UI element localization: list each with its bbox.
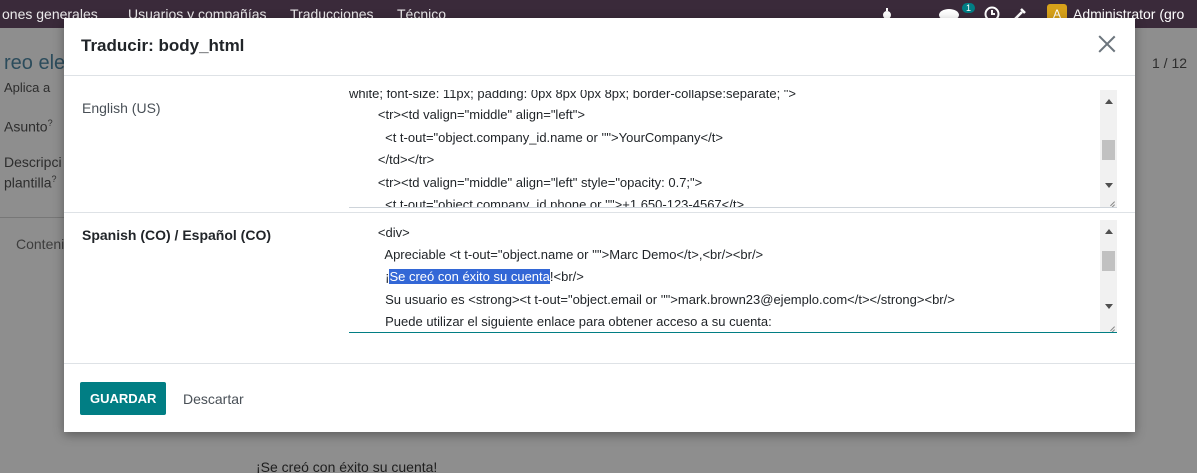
resize-handle-icon[interactable] xyxy=(1105,195,1115,205)
tab-divider xyxy=(0,217,64,218)
scroll-up-icon[interactable] xyxy=(1105,99,1113,104)
code-line: Su usuario es <strong><t t-out="object.e… xyxy=(349,292,955,307)
message-count-badge: 1 xyxy=(962,3,976,13)
scroll-down-icon[interactable] xyxy=(1105,183,1113,188)
code-line: <tr><td valign="middle" align="left" sty… xyxy=(349,175,703,190)
tab-content[interactable]: Conteni xyxy=(16,236,64,252)
language-label-spanish: Spanish (CO) / Español (CO) xyxy=(82,227,272,243)
translation-textarea-spanish[interactable]: <div> Apreciable <t t-out="object.name o… xyxy=(349,220,1117,333)
save-button[interactable]: GUARDAR xyxy=(80,382,167,415)
scroll-thumb[interactable] xyxy=(1102,140,1115,160)
field-label-template: plantilla? xyxy=(4,174,57,191)
language-label-english: English (US) xyxy=(82,100,161,116)
pager[interactable]: 1 / 12 xyxy=(1152,55,1187,71)
field-label-subject: Asunto? xyxy=(4,118,53,135)
discard-button[interactable]: Descartar xyxy=(175,382,252,415)
scroll-up-icon[interactable] xyxy=(1105,229,1113,234)
translate-dialog: Traducir: body_html English (US) white; … xyxy=(64,18,1135,432)
close-icon[interactable] xyxy=(1097,34,1117,54)
code-line: white; font-size: 11px; padding: 0px 8px… xyxy=(349,90,797,101)
scroll-thumb[interactable] xyxy=(1102,251,1115,271)
code-line: <div> xyxy=(349,225,410,240)
row-divider xyxy=(64,212,1135,213)
code-line: Puede utilizar el siguiente enlace para … xyxy=(349,314,772,329)
page-title: reo ele xyxy=(4,52,66,74)
scroll-down-icon[interactable] xyxy=(1105,304,1113,309)
code-line: <t t-out="object.company_id.name or ''">… xyxy=(349,130,723,145)
code-line: <t t-out="object.company_id.phone or ''"… xyxy=(349,197,745,208)
code-line: <tr><td valign="middle" align="left"> xyxy=(349,107,585,122)
code-line-selected: ¡Se creó con éxito su cuenta!<br/> xyxy=(349,269,584,284)
dialog-header: Traducir: body_html xyxy=(64,18,1135,76)
resize-handle-icon[interactable] xyxy=(1105,320,1115,330)
mail-preview-line: ¡Se creó con éxito su cuenta! xyxy=(256,459,438,473)
text-selection: Se creó con éxito su cuenta xyxy=(389,269,550,284)
editor-scrollbar[interactable] xyxy=(1100,90,1117,207)
code-line: </td></tr> xyxy=(349,152,435,167)
field-label-applies: Aplica a xyxy=(4,80,51,95)
dialog-footer: GUARDAR Descartar xyxy=(64,363,1135,432)
field-label-description: Descripci xyxy=(4,154,62,170)
translation-textarea-english[interactable]: white; font-size: 11px; padding: 0px 8px… xyxy=(349,90,1117,208)
editor-scrollbar[interactable] xyxy=(1100,220,1117,332)
dialog-title: Traducir: body_html xyxy=(81,36,245,55)
code-line: Apreciable <t t-out="object.name or ''">… xyxy=(349,247,764,262)
